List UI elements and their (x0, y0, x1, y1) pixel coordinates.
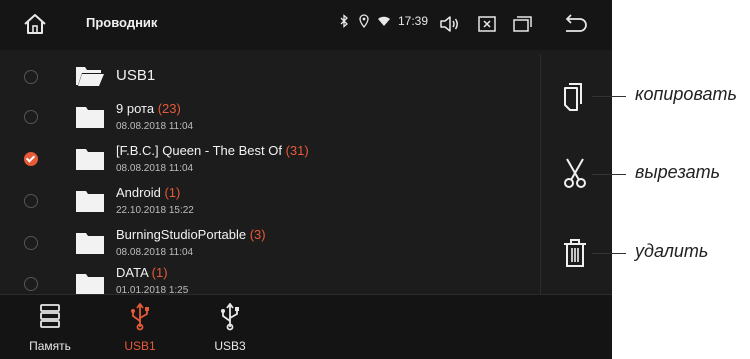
select-radio[interactable] (24, 70, 38, 84)
app-title: Проводник (86, 15, 158, 30)
tab-label: USB1 (124, 339, 156, 353)
folder-name: Android (1) (116, 185, 181, 200)
folder-date: 22.10.2018 15:22 (116, 205, 194, 216)
recent-apps-icon[interactable] (511, 13, 533, 35)
select-radio[interactable] (24, 236, 38, 250)
top-bar: Проводник 17:39 (0, 0, 612, 50)
tab-label: Память (29, 339, 71, 353)
file-explorer-screen: Проводник 17:39 USB1 9 рота (23) 08.08.2… (0, 0, 612, 359)
select-radio-checked[interactable] (24, 152, 38, 166)
list-item[interactable]: BurningStudioPortable (3) 08.08.2018 11:… (0, 223, 540, 263)
callout-line (592, 253, 626, 254)
bottom-bar: Память USB1 USB3 (0, 294, 612, 359)
home-icon[interactable] (22, 11, 48, 37)
back-icon[interactable] (562, 13, 588, 35)
volume-icon[interactable] (438, 13, 460, 35)
callout-line (592, 96, 626, 97)
folder-name: BurningStudioPortable (3) (116, 227, 266, 242)
folder-name: [F.B.C.] Queen - The Best Of (31) (116, 143, 309, 158)
list-item-root[interactable]: USB1 (0, 62, 540, 92)
folder-icon (76, 149, 104, 170)
tab-label: USB3 (214, 339, 246, 353)
folder-date: 01.01.2018 1:25 (116, 285, 189, 294)
callout-line (592, 174, 626, 175)
open-folder-icon (76, 67, 104, 86)
callout-delete: удалить (635, 241, 709, 261)
select-radio[interactable] (24, 194, 38, 208)
cut-button[interactable] (561, 156, 589, 190)
folder-date: 08.08.2018 11:04 (116, 121, 194, 132)
select-radio[interactable] (24, 110, 38, 124)
list-item[interactable]: DATA (1) 01.01.2018 1:25 (0, 264, 540, 294)
folder-list: USB1 9 рота (23) 08.08.2018 11:04 [F.B.C… (0, 54, 540, 294)
folder-icon (76, 233, 104, 254)
usb-icon (221, 303, 239, 331)
callout-cut: вырезать (635, 162, 721, 182)
storage-icon (40, 304, 60, 328)
folder-icon (76, 274, 104, 294)
clock: 17:39 (398, 14, 429, 28)
location-icon (359, 14, 369, 28)
folder-icon (76, 191, 104, 212)
folder-name: 9 рота (23) (116, 101, 181, 116)
tab-usb1[interactable]: USB1 (100, 295, 180, 359)
list-item[interactable]: [F.B.C.] Queen - The Best Of (31) 08.08.… (0, 139, 540, 179)
callout-copy: копировать (635, 84, 737, 104)
usb-icon (131, 303, 149, 331)
close-app-icon[interactable] (476, 13, 498, 35)
folder-date: 08.08.2018 11:04 (116, 163, 194, 174)
list-item[interactable]: 9 рота (23) 08.08.2018 11:04 (0, 97, 540, 137)
folder-name: DATA (1) (116, 265, 168, 280)
root-folder-name: USB1 (116, 67, 156, 84)
bluetooth-icon (340, 14, 348, 28)
tab-memory[interactable]: Память (10, 295, 90, 359)
list-item[interactable]: Android (1) 22.10.2018 15:22 (0, 181, 540, 221)
tab-usb3[interactable]: USB3 (190, 295, 270, 359)
status-area: 17:39 (338, 14, 428, 28)
wifi-icon (378, 16, 390, 26)
select-radio[interactable] (24, 277, 38, 291)
folder-date: 08.08.2018 11:04 (116, 247, 194, 258)
copy-button[interactable] (561, 80, 589, 114)
folder-icon (76, 107, 104, 128)
delete-button[interactable] (561, 236, 589, 270)
